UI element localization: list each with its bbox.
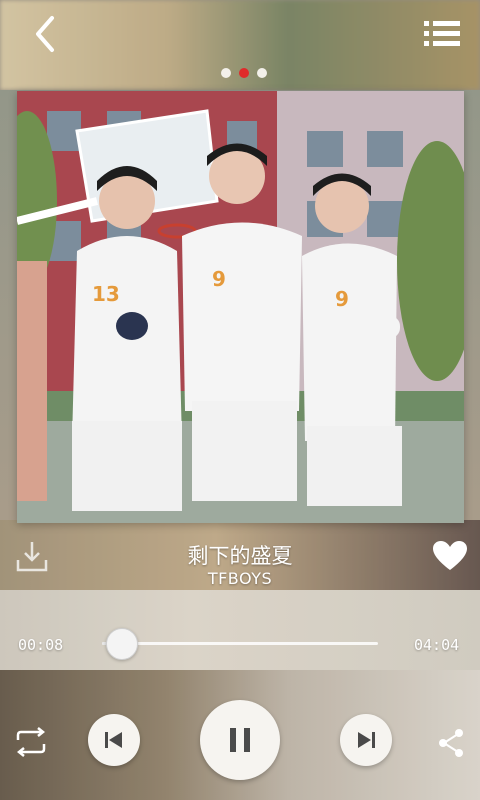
total-time: 04:04 (414, 636, 460, 654)
page-dot (257, 68, 267, 78)
playlist-menu-button[interactable] (424, 20, 460, 48)
page-dot-active (239, 68, 249, 78)
share-button[interactable] (436, 728, 466, 758)
svg-text:9: 9 (212, 267, 226, 291)
next-icon (358, 732, 375, 748)
current-time: 00:08 (18, 636, 64, 654)
repeat-button[interactable] (12, 726, 50, 758)
progress-thumb[interactable] (106, 628, 139, 660)
song-title: 剩下的盛夏 (187, 544, 293, 568)
album-art: 13 9 9 (17, 91, 464, 523)
back-arrow-icon (36, 16, 54, 52)
svg-text:9: 9 (335, 287, 349, 311)
song-artist: TFBOYS (207, 569, 273, 588)
svg-text:13: 13 (92, 282, 120, 306)
list-menu-icon (424, 21, 460, 46)
previous-button[interactable] (88, 714, 140, 766)
play-pause-button[interactable] (200, 700, 280, 780)
heart-icon (433, 541, 467, 570)
repeat-icon (16, 727, 46, 757)
favorite-button[interactable] (432, 540, 468, 572)
share-icon (439, 729, 463, 757)
page-dot (221, 68, 231, 78)
progress-slider[interactable] (102, 628, 378, 660)
page-indicator (221, 68, 267, 78)
next-button[interactable] (340, 714, 392, 766)
pause-icon (230, 728, 250, 752)
back-button[interactable] (30, 14, 60, 54)
previous-icon (105, 732, 122, 748)
